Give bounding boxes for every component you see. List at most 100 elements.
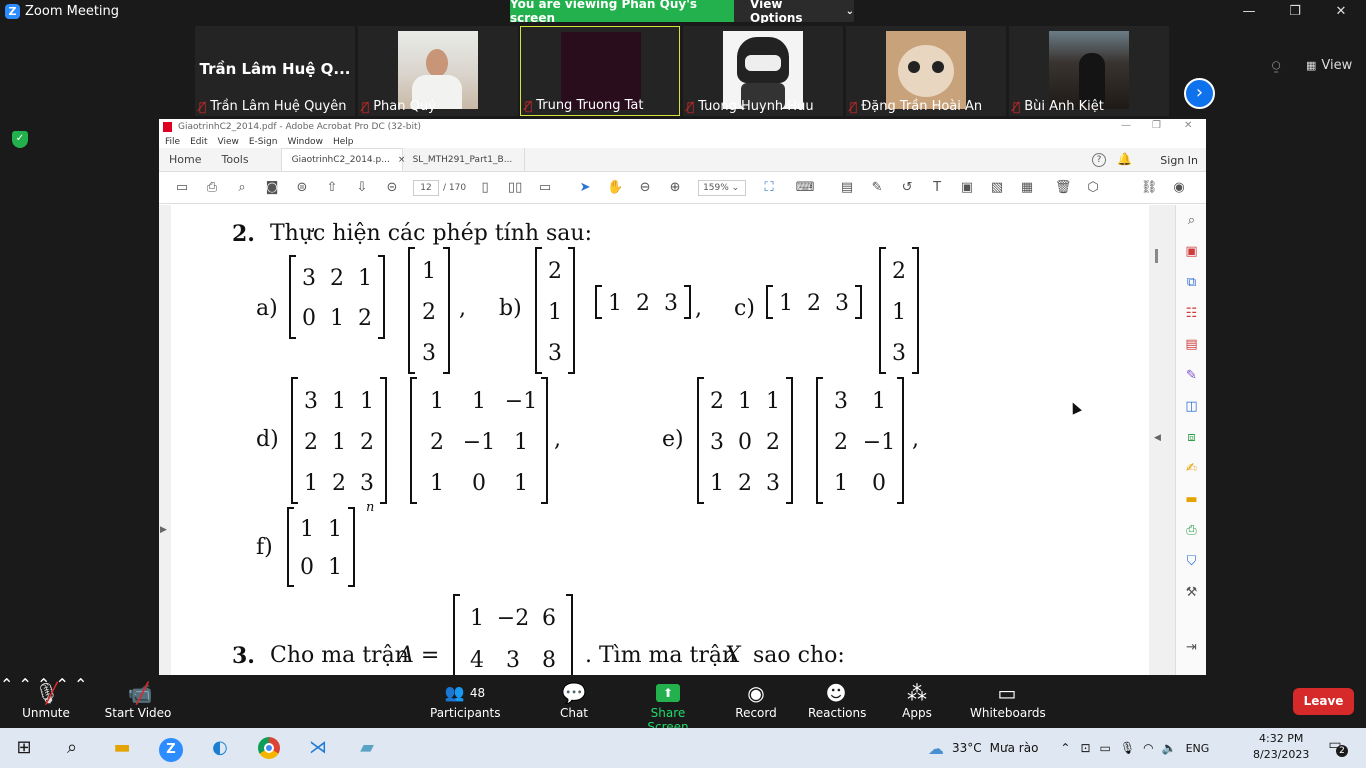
view-options-button[interactable]: View Options ⌄	[734, 0, 854, 25]
start-video-button[interactable]: 📹╱ Start Video	[104, 680, 172, 720]
participant-tile[interactable]: Trần Lâm Huệ Q... 🎙̸ Trần Lâm Huệ Quyên	[195, 26, 355, 116]
zoom-tool-icon[interactable]: ⌕	[1176, 205, 1206, 236]
weather-icon[interactable]: ☁	[928, 739, 944, 758]
edge-browser-icon[interactable]: ◐	[206, 734, 234, 762]
vscode-icon[interactable]: ⋊	[304, 734, 332, 762]
rotate-icon[interactable]: ⊝	[377, 180, 407, 195]
marquee-zoom-icon[interactable]: ⛶	[754, 180, 784, 195]
keyboard-icon[interactable]: ⌨	[790, 180, 820, 195]
participant-tile[interactable]: 🎙̸ Đặng Trần Hoài An	[846, 26, 1006, 116]
text-tool-icon[interactable]: T	[922, 180, 952, 195]
page-down-icon[interactable]: ⇩	[347, 180, 377, 195]
stamp-icon[interactable]: ▣	[952, 180, 982, 195]
fit-page-icon[interactable]: ⊜	[287, 180, 317, 195]
page-number-input[interactable]: 12	[413, 179, 439, 196]
zoom-level-select[interactable]: 159% ⌄	[698, 179, 747, 196]
leave-button[interactable]: Leave	[1293, 688, 1354, 715]
search-icon[interactable]: ⌕	[227, 180, 257, 195]
attach-file-icon[interactable]: ▦	[1012, 180, 1042, 195]
scroll-thumb[interactable]	[1155, 249, 1158, 263]
right-panel-toggle-icon[interactable]: ◀	[1154, 433, 1161, 443]
taskbar-clock[interactable]: 4:32 PM 8/23/2023	[1253, 731, 1309, 763]
menu-file[interactable]: File	[165, 137, 180, 147]
next-page-button[interactable]: ›	[1184, 78, 1215, 109]
show-hidden-icons-icon[interactable]: ⌃	[1060, 741, 1070, 755]
export-pdf-icon[interactable]: ▤	[1176, 329, 1206, 360]
share-screen-button[interactable]: ⬆ Share Screen	[630, 680, 706, 734]
tab-tools[interactable]: Tools	[211, 148, 258, 171]
account-icon[interactable]: ◉	[1164, 180, 1194, 195]
create-pdf-icon[interactable]: ▣	[1176, 236, 1206, 267]
unmute-button[interactable]: 🎙╱ Unmute	[20, 680, 72, 720]
minimize-button[interactable]: —	[1226, 0, 1272, 22]
scan-ocr-icon[interactable]: ◫	[1176, 391, 1206, 422]
menu-window[interactable]: Window	[287, 137, 323, 147]
zoom-taskbar-icon[interactable]: Z	[157, 734, 185, 762]
weather-temperature[interactable]: 33°C	[952, 741, 982, 755]
menu-esign[interactable]: E-Sign	[249, 137, 278, 147]
meet-now-icon[interactable]: ⊡	[1080, 741, 1090, 755]
menu-help[interactable]: Help	[333, 137, 354, 147]
participant-tile[interactable]: 🎙̸ Tuong Huynh Huu	[683, 26, 843, 116]
record-button[interactable]: ◉ Record	[734, 680, 778, 720]
volume-icon[interactable]: 🔈	[1162, 741, 1177, 755]
select-arrow-icon[interactable]: ➤	[570, 180, 600, 195]
left-panel-toggle-icon[interactable]: ▶	[160, 525, 167, 535]
comment-icon[interactable]: ▤	[832, 180, 862, 195]
two-page-icon[interactable]: ▯▯	[500, 180, 530, 195]
battery-icon[interactable]: ▭	[1100, 741, 1111, 755]
weather-description[interactable]: Mưa rào	[990, 741, 1039, 755]
delete-icon[interactable]: 🗑	[1048, 180, 1078, 195]
encryption-shield-icon[interactable]: ✓	[12, 131, 28, 148]
presentation-icon[interactable]: ▭	[530, 180, 560, 195]
participant-tile[interactable]: 🎙̸ Phan Quý	[358, 26, 518, 116]
sign-in-button[interactable]: Sign In	[1160, 154, 1198, 167]
protect-icon[interactable]: ⛉	[1176, 546, 1206, 577]
participant-tile-active[interactable]: 🎙̸ Trung Truong Tat	[520, 26, 680, 116]
apps-button[interactable]: ⁂ Apps	[900, 680, 934, 720]
acrobat-maximize-button[interactable]: ❐	[1152, 120, 1161, 131]
tab-document-1[interactable]: GiaotrinhC2_2014.p... ×	[280, 148, 405, 171]
maximize-button[interactable]: ❐	[1272, 0, 1318, 22]
tab-home[interactable]: Home	[159, 148, 211, 171]
microphone-icon[interactable]: 🎙	[1120, 741, 1135, 755]
compare-files-icon[interactable]: ⧈	[1176, 422, 1206, 453]
acrobat-close-button[interactable]: ✕	[1184, 120, 1192, 131]
file-explorer-icon[interactable]: ▬	[108, 734, 136, 762]
link-icon[interactable]: ⛓	[1134, 180, 1164, 195]
zoom-out-icon[interactable]: ⊖	[630, 180, 660, 195]
comment-tool-icon[interactable]: ▬	[1176, 484, 1206, 515]
wifi-icon[interactable]: ◠	[1143, 741, 1153, 755]
chat-button[interactable]: 💬 Chat	[556, 680, 592, 720]
participant-tile[interactable]: 🎙̸ Bùi Anh Kiệt	[1009, 26, 1169, 116]
edit-pdf-icon[interactable]: ✎	[1176, 360, 1206, 391]
fill-sign-icon[interactable]: ▧	[982, 180, 1012, 195]
collapse-rail-icon[interactable]: ⇥	[1176, 632, 1206, 663]
taskbar-search-icon[interactable]: ⌕	[58, 734, 86, 762]
acrobat-minimize-button[interactable]: —	[1121, 120, 1131, 131]
highlight-pen-icon[interactable]: ✎	[862, 180, 892, 195]
organize-pages-icon[interactable]: ☷	[1176, 298, 1206, 329]
draw-icon[interactable]: ↺	[892, 180, 922, 195]
page-up-icon[interactable]: ⇧	[317, 180, 347, 195]
combine-files-icon[interactable]: ⧉	[1176, 267, 1206, 298]
windows-start-icon[interactable]: ⊞	[10, 734, 38, 762]
print-icon[interactable]: ⎙	[197, 180, 227, 195]
language-indicator[interactable]: ENG	[1186, 742, 1210, 755]
share-icon[interactable]: ⬡	[1078, 180, 1108, 195]
audio-options-chevron-icon[interactable]: ⌃	[0, 675, 13, 694]
snapshot-icon[interactable]: ◙	[257, 180, 287, 195]
chrome-browser-icon[interactable]	[255, 734, 283, 762]
menu-edit[interactable]: Edit	[190, 137, 207, 147]
notification-center-icon[interactable]: ▭ 2	[1322, 737, 1348, 759]
view-button[interactable]: ▦ View	[1306, 58, 1352, 73]
notification-bell-icon[interactable]: 🔔	[1117, 152, 1132, 166]
close-button[interactable]: ✕	[1318, 0, 1364, 22]
print-production-icon[interactable]: ⎙	[1176, 515, 1206, 546]
more-tools-icon[interactable]: ⚒	[1176, 577, 1206, 608]
help-icon[interactable]: ?	[1092, 153, 1106, 167]
camera-switch-icon[interactable]: ⍜	[1272, 58, 1280, 74]
app-taskbar-icon[interactable]: ▰	[353, 734, 381, 762]
hand-tool-icon[interactable]: ✋	[600, 180, 630, 195]
reactions-button[interactable]: ☻ Reactions	[808, 680, 866, 720]
